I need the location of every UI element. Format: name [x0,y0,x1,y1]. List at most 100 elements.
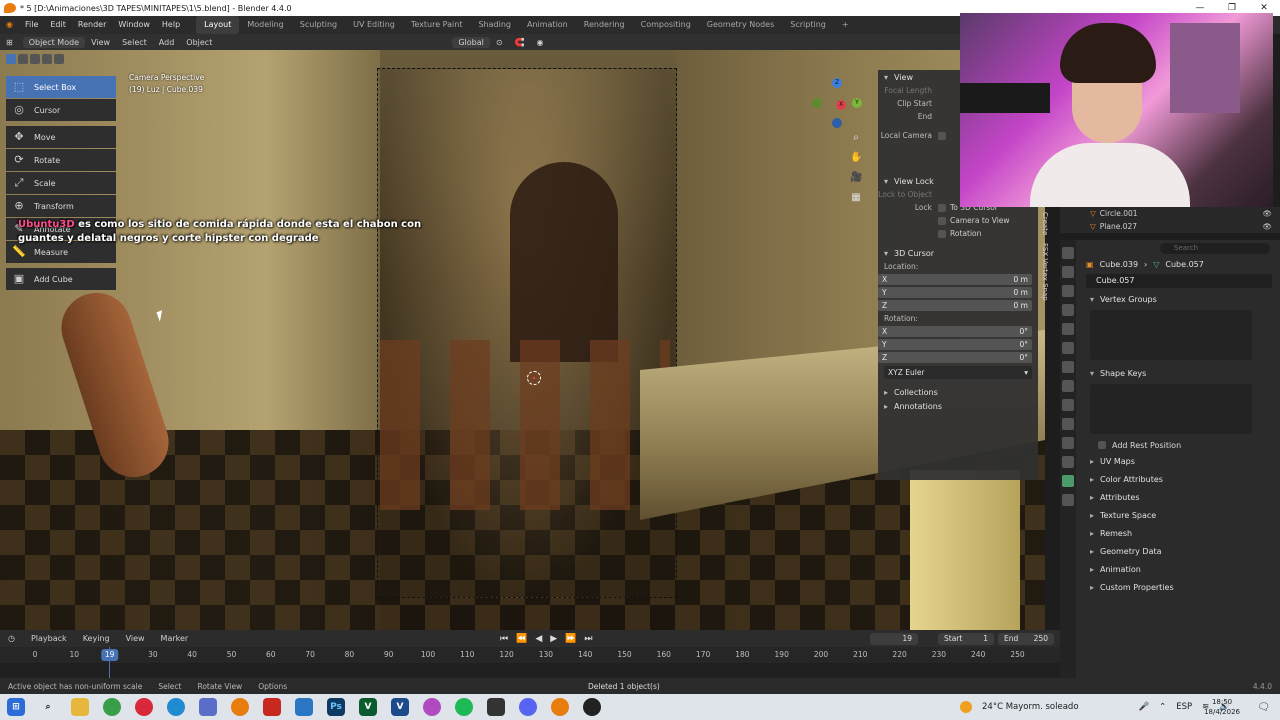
physics-tab-icon[interactable] [1062,437,1074,449]
tool-select-box[interactable]: ⬚ Select Box [6,76,116,98]
microphone-icon[interactable]: 🎤 [1139,702,1150,712]
modifier-tab-icon[interactable] [1062,399,1074,411]
pan-hand-icon[interactable]: ✋ [850,152,862,164]
opera-icon[interactable] [135,698,153,716]
view-menu[interactable]: View [85,38,116,47]
jump-end-icon[interactable]: ⏭ [584,634,592,644]
editor-type-icon[interactable]: ⊞ [0,38,19,47]
object-tab-icon[interactable] [1062,380,1074,392]
workspace-tab-scripting[interactable]: Scripting [782,16,834,34]
workspace-tab-modeling[interactable]: Modeling [239,16,291,34]
current-frame-field[interactable]: 19 [870,632,918,645]
rotation-y-field[interactable]: Y 0° [878,339,1032,350]
texture-space-section[interactable]: ▸ Texture Space [1082,506,1276,524]
workspace-tab-animation[interactable]: Animation [519,16,576,34]
language-indicator[interactable]: ESP [1176,702,1192,712]
vertex-groups-list[interactable] [1090,310,1252,360]
to-3d-cursor-checkbox[interactable] [938,203,946,212]
gizmo-neg-z-axis-icon[interactable] [832,118,842,128]
annotations-section-header[interactable]: ▸ Annotations [878,399,1038,413]
gizmo-z-axis-icon[interactable]: Z [832,78,842,88]
orientation-dropdown[interactable]: Global [452,36,490,48]
render-tab-icon[interactable] [1062,266,1074,278]
local-camera-checkbox[interactable] [938,131,946,140]
geometry-data-section[interactable]: ▸ Geometry Data [1082,542,1276,560]
gizmo-y-axis-icon[interactable]: Y [852,98,862,108]
rotation-z-field[interactable]: Z 0° [878,352,1032,363]
add-menu[interactable]: Add [153,38,181,47]
obs-icon[interactable] [583,698,601,716]
snap-icon[interactable]: 🧲 [509,38,531,47]
3d-cursor-icon[interactable] [527,371,541,385]
workspace-tab-compositing[interactable]: Compositing [633,16,699,34]
particles-tab-icon[interactable] [1062,418,1074,430]
timeline-editor-icon[interactable]: ◷ [0,634,23,643]
view-layer-tab-icon[interactable] [1062,304,1074,316]
collection-tab-icon[interactable] [1062,361,1074,373]
play-icon[interactable]: ▶ [550,634,557,644]
timeline-body[interactable] [0,647,1060,678]
spotify-icon[interactable] [455,698,473,716]
sidebar-tab-create[interactable]: Create [1041,212,1049,235]
rotation-lock-checkbox[interactable] [938,229,946,238]
marker-menu[interactable]: Marker [153,634,197,643]
location-x-field[interactable]: X 0 m [878,274,1032,285]
zoom-icon[interactable]: ⌕ [850,132,862,144]
timeline-ruler[interactable]: 0 10 30 40 50 60 70 80 90 100 110 120 130 140 150 160 17… [0,647,1060,663]
sidebar-tab-fsx-vertex-snap[interactable]: FSX Vertex Snap [1041,243,1049,301]
playback-menu[interactable]: Playback [23,634,75,643]
rotation-mode-dropdown[interactable]: XYZ Euler ▾ [884,366,1032,379]
playhead-line[interactable] [109,647,110,678]
workspace-tab-uv-editing[interactable]: UV Editing [345,16,403,34]
workspace-tab-layout[interactable]: Layout [196,16,240,34]
prev-keyframe-icon[interactable]: ⏪ [516,634,527,644]
select-menu[interactable]: Select [116,38,153,47]
select-extend-icon[interactable] [18,54,28,64]
menu-help[interactable]: Help [156,16,186,34]
rotation-x-field[interactable]: X 0° [878,326,1032,337]
menu-file[interactable]: File [19,16,44,34]
shape-keys-list[interactable] [1090,384,1252,434]
scene-tab-icon[interactable] [1062,323,1074,335]
outliner-item[interactable]: ▽ Circle.001 👁 [1060,207,1280,220]
proportional-icon[interactable]: ◉ [531,38,550,47]
outliner-item[interactable]: ▽ Plane.027 👁 [1060,220,1280,233]
eye-icon[interactable]: 👁 [1262,209,1272,218]
select-subtract-icon[interactable] [30,54,40,64]
weather-text[interactable]: 24°C Mayorm. soleado [982,702,1079,712]
notification-icon[interactable]: 🗨 [1257,702,1270,713]
camera-to-view-checkbox[interactable] [938,216,946,225]
chrome-icon[interactable] [103,698,121,716]
workspace-tab-texture-paint[interactable]: Texture Paint [403,16,471,34]
keying-menu[interactable]: Keying [75,634,118,643]
discord-icon[interactable] [519,698,537,716]
attributes-section[interactable]: ▸ Attributes [1082,488,1276,506]
location-y-field[interactable]: Y 0 m [878,287,1032,298]
app-icon[interactable] [423,698,441,716]
custom-properties-section[interactable]: ▸ Custom Properties [1082,578,1276,596]
blender-taskbar-icon[interactable] [231,698,249,716]
tool-cursor[interactable]: ◎ Cursor [6,99,116,121]
camera-view-icon[interactable]: 🎥 [850,172,862,184]
menu-edit[interactable]: Edit [44,16,72,34]
jump-start-icon[interactable]: ⏮ [500,634,508,644]
blender-menu-icon[interactable]: ◉ [0,16,19,34]
photoshop-icon[interactable] [295,698,313,716]
gizmo-neg-y-axis-icon[interactable] [812,98,822,108]
eye-icon[interactable]: 👁 [1262,222,1272,231]
tool-transform[interactable]: ⊕ Transform [6,195,116,217]
mesh-data-tab-icon[interactable] [1062,475,1074,487]
end-frame-field[interactable]: End 250 [998,632,1054,645]
add-workspace-button[interactable]: + [834,16,857,34]
location-z-field[interactable]: Z 0 m [878,300,1032,311]
timeline-view-menu[interactable]: View [118,634,153,643]
search-icon[interactable]: ⌕ [39,698,57,716]
tool-scale[interactable]: ⤢ Scale [6,172,116,194]
vertex-groups-section[interactable]: ▾ Vertex Groups [1082,290,1276,308]
workspace-tab-sculpting[interactable]: Sculpting [292,16,345,34]
workspace-tab-shading[interactable]: Shading [470,16,519,34]
menu-render[interactable]: Render [72,16,112,34]
workspace-tab-geometry-nodes[interactable]: Geometry Nodes [699,16,782,34]
constraints-tab-icon[interactable] [1062,456,1074,468]
next-keyframe-icon[interactable]: ⏩ [565,634,576,644]
